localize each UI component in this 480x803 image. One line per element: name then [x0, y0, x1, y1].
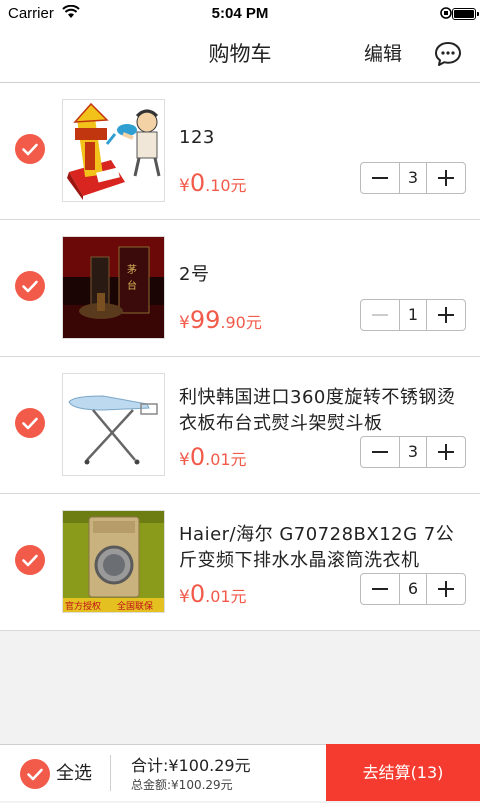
page-title: 购物车: [208, 42, 272, 66]
cart-item: 官方授权 全国联保 Haier/海尔 G70728BX12G 7公斤变频下排水水…: [0, 494, 480, 631]
select-all-label[interactable]: 全选: [56, 745, 92, 803]
checkout-bar: 全选 合计:¥100.29元 总金额:¥100.29元 去结算(13): [0, 744, 480, 801]
edit-button[interactable]: 编辑: [364, 28, 402, 80]
image-banner-right: 全国联保: [117, 600, 153, 612]
cart-item: 123 ¥0.10元 3: [0, 83, 480, 220]
orientation-lock-icon: [440, 6, 452, 24]
select-all-checkbox[interactable]: [20, 759, 50, 789]
total-amount: 合计:¥100.29元: [131, 756, 251, 775]
product-name[interactable]: 2号: [179, 262, 469, 288]
checkmark-icon: [22, 417, 38, 430]
checkmark-icon: [27, 768, 43, 781]
chat-bubble-icon[interactable]: [434, 41, 462, 67]
product-name[interactable]: 利快韩国进口360度旋转不锈钢烫衣板布台式熨斗架熨斗板: [179, 385, 469, 437]
increase-button[interactable]: [426, 574, 465, 604]
status-bar: Carrier 5:04 PM: [0, 0, 480, 28]
svg-text:台: 台: [127, 279, 137, 292]
quantity-value[interactable]: 3: [399, 163, 427, 193]
decrease-button[interactable]: [361, 574, 400, 604]
quantity-value[interactable]: 3: [399, 437, 427, 467]
cart-item: 利快韩国进口360度旋转不锈钢烫衣板布台式熨斗架熨斗板 ¥0.01元 3: [0, 357, 480, 494]
item-select-checkbox[interactable]: [15, 545, 45, 575]
product-price: ¥0.10元: [179, 169, 247, 197]
battery-icon: [452, 8, 479, 20]
checkout-button[interactable]: 去结算(13): [326, 744, 480, 801]
grand-total-amount: 总金额:¥100.29元: [131, 778, 233, 792]
quantity-stepper: 6: [360, 573, 466, 605]
nav-bar: 购物车 编辑: [0, 28, 480, 83]
product-name[interactable]: Haier/海尔 G70728BX12G 7公斤变频下排水水晶滚筒洗衣机: [179, 522, 469, 574]
product-price: ¥0.01元: [179, 580, 247, 608]
quantity-stepper: 3: [360, 436, 466, 468]
increase-button[interactable]: [426, 163, 465, 193]
checkmark-icon: [22, 280, 38, 293]
decrease-button[interactable]: [361, 300, 400, 330]
quantity-stepper: 1: [360, 299, 466, 331]
item-select-checkbox[interactable]: [15, 134, 45, 164]
product-price: ¥99.90元: [179, 306, 262, 334]
item-select-checkbox[interactable]: [15, 271, 45, 301]
image-banner-left: 官方授权: [65, 600, 101, 612]
clock: 5:04 PM: [211, 5, 269, 22]
product-image[interactable]: 茅 台: [62, 236, 165, 339]
item-select-checkbox[interactable]: [15, 408, 45, 438]
increase-button[interactable]: [426, 437, 465, 467]
quantity-value[interactable]: 6: [399, 574, 427, 604]
product-price: ¥0.01元: [179, 443, 247, 471]
cart-item: 茅 台 2号 ¥99.90元 1: [0, 220, 480, 357]
product-image[interactable]: 官方授权 全国联保: [62, 510, 165, 613]
quantity-stepper: 3: [360, 162, 466, 194]
decrease-button[interactable]: [361, 437, 400, 467]
svg-text:茅: 茅: [127, 264, 137, 276]
decrease-button[interactable]: [361, 163, 400, 193]
product-name[interactable]: 123: [179, 125, 469, 151]
divider: [110, 755, 111, 791]
checkmark-icon: [22, 554, 38, 567]
checkmark-icon: [22, 143, 38, 156]
increase-button[interactable]: [426, 300, 465, 330]
product-image[interactable]: [62, 373, 165, 476]
product-image[interactable]: [62, 99, 165, 202]
cart-list: 123 ¥0.10元 3 茅 台 2号 ¥99.90元 1 利快韩国进口360度…: [0, 83, 480, 631]
quantity-value[interactable]: 1: [399, 300, 427, 330]
